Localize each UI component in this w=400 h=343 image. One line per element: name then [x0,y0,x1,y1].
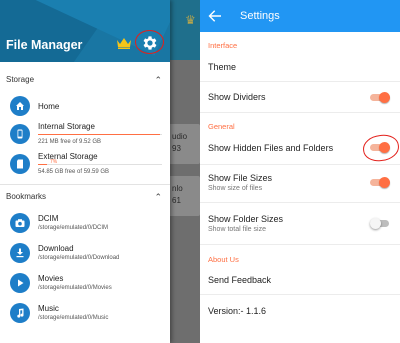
background-card-text: udio [172,132,188,141]
bookmarks-section-label: Bookmarks [6,192,47,201]
drawer-item-label: Internal Storage [38,122,95,131]
settings-app-bar: Settings [200,0,400,32]
show-folder-sizes-switch[interactable] [370,217,390,229]
pref-title: Show File Sizes [208,173,273,183]
bookmark-path: /storage/emulated/0/DCIM [38,225,109,231]
app-title: File Manager [6,38,83,52]
storage-percent: 7% [50,159,58,165]
chevron-up-icon[interactable]: ⌃ [154,68,162,92]
bookmark-item-dcim[interactable]: DCIM /storage/emulated/0/DCIM [0,209,170,239]
bookmark-path: /storage/emulated/0/Movies [38,285,112,291]
pref-title: Theme [208,62,237,72]
bookmark-title: Music [38,304,59,313]
bookmark-item-download[interactable]: Download /storage/emulated/0/Download [0,239,170,269]
pref-title: Show Folder Sizes [208,214,284,224]
home-icon [10,96,30,116]
background-header [170,0,200,60]
camera-icon [10,213,30,233]
divider [200,294,400,295]
pref-summary: Show size of files [208,185,263,192]
background-crown-icon: ♛ [185,13,196,27]
storage-detail: 221 MB free of 9.52 GB [38,139,102,145]
file-manager-screen: ♛ udio 93 nlo 61 File Manager Storage ⌃ [0,0,200,343]
play-icon [10,273,30,293]
category-about: About Us [208,255,239,264]
chevron-up-icon[interactable]: ⌃ [154,185,162,209]
background-card-text: 93 [172,144,181,153]
background-card-text: 61 [172,196,181,205]
background-card: udio 93 [166,124,200,164]
divider [200,244,400,245]
drawer-item-label: Home [38,102,60,111]
drawer-item-home[interactable]: Home [0,92,170,120]
pref-title: Send Feedback [208,275,272,285]
annotation-circle [135,30,164,54]
divider [200,81,400,82]
sd-card-icon [10,154,30,174]
music-icon [10,303,30,323]
drawer-header: File Manager [0,0,170,62]
storage-usage-bar [38,134,162,135]
divider [200,164,400,165]
storage-section-header[interactable]: Storage ⌃ [0,68,170,92]
drawer-item-label: External Storage [38,152,98,161]
bookmarks-section-header[interactable]: Bookmarks ⌃ [0,185,170,209]
pref-summary: Show total file size [208,226,266,233]
category-interface: Interface [208,41,238,50]
show-file-sizes-switch[interactable] [370,176,390,188]
drawer-item-external-storage[interactable]: External Storage 7% 54.85 GB free of 59.… [0,150,170,180]
divider [200,112,400,113]
pref-title: Show Dividers [208,92,266,102]
divider [200,202,400,203]
show-dividers-switch[interactable] [370,91,390,103]
pref-title: Show Hidden Files and Folders [208,143,334,153]
bookmark-path: /storage/emulated/0/Download [38,255,120,261]
storage-section-label: Storage [6,75,35,84]
storage-detail: 54.85 GB free of 59.59 GB [38,169,110,175]
phone-storage-icon [10,124,30,144]
category-general: General [208,122,235,131]
bookmark-title: Movies [38,274,64,283]
download-icon [10,243,30,263]
navigation-drawer: File Manager Storage ⌃ Home Internal Sto… [0,0,170,343]
background-card-text: nlo [172,184,183,193]
bookmark-path: /storage/emulated/0/Music [38,315,109,321]
settings-screen: Settings Interface Theme Show Dividers G… [200,0,400,343]
bookmark-item-music[interactable]: Music /storage/emulated/0/Music [0,299,170,329]
bookmark-title: Download [38,244,74,253]
page-title: Settings [240,10,280,22]
crown-icon[interactable] [116,37,132,49]
drawer-item-internal-storage[interactable]: Internal Storage 221 MB free of 9.52 GB [0,120,170,150]
bookmark-title: DCIM [38,214,59,223]
background-card: nlo 61 [166,176,200,216]
pref-title: Version:- 1.1.6 [208,306,267,316]
bookmark-item-movies[interactable]: Movies /storage/emulated/0/Movies [0,269,170,299]
back-arrow-icon[interactable] [208,9,222,23]
